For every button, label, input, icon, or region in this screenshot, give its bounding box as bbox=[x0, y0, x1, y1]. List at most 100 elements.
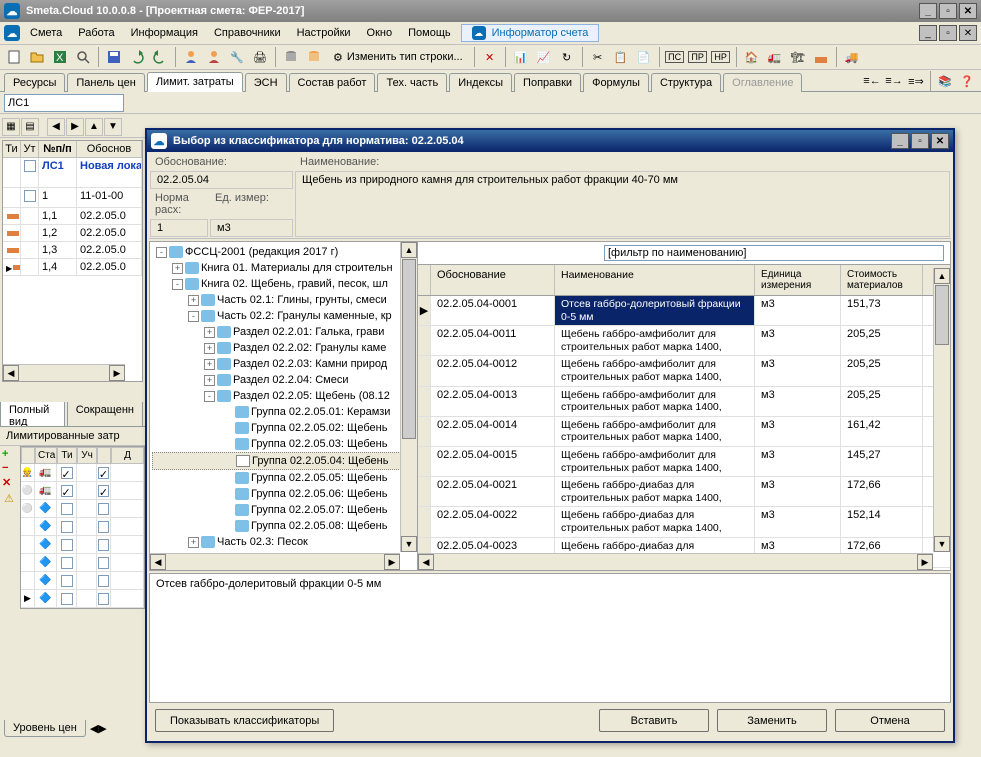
gh-np[interactable]: №п/п bbox=[39, 141, 77, 158]
data-row[interactable]: 02.2.05.04-0012Щебень габбро-амфиболит д… bbox=[418, 356, 950, 386]
data-row[interactable]: 02.2.05.04-0014Щебень габбро-амфиболит д… bbox=[418, 417, 950, 447]
tb-print-icon[interactable]: 🖨 bbox=[250, 47, 270, 67]
tb-house-icon[interactable]: 🏠 bbox=[742, 47, 762, 67]
tree-expand-icon[interactable]: + bbox=[204, 343, 215, 354]
tree-node[interactable]: -ФССЦ-2001 (редакция 2017 г) bbox=[152, 244, 415, 260]
level-tab[interactable]: Уровень цен bbox=[4, 720, 86, 737]
menu-nastr[interactable]: Настройки bbox=[291, 25, 357, 41]
data-row[interactable]: 02.2.05.04-0022Щебень габбро-диабаз для … bbox=[418, 507, 950, 537]
cell-input[interactable] bbox=[4, 94, 124, 112]
tree-node[interactable]: Группа 02.2.05.03: Щебень bbox=[152, 436, 415, 452]
limits-row[interactable]: ▶🔷 bbox=[21, 590, 144, 608]
data-vscroll[interactable]: ▲▼ bbox=[933, 268, 950, 552]
tree-expand-icon[interactable]: + bbox=[204, 375, 215, 386]
tb-open-icon[interactable] bbox=[27, 47, 47, 67]
tb-user2-icon[interactable] bbox=[204, 47, 224, 67]
tree-node[interactable]: Группа 02.2.05.02: Щебень bbox=[152, 420, 415, 436]
gh-ti[interactable]: Ти bbox=[3, 141, 21, 158]
dh-obosnov[interactable]: Обоснование bbox=[431, 265, 555, 295]
tree-expand-icon[interactable]: + bbox=[172, 263, 183, 274]
tab-tool-indent2-icon[interactable]: ≡⇒ bbox=[906, 71, 926, 91]
menu-sprav[interactable]: Справочники bbox=[208, 25, 287, 41]
insert-button[interactable]: Вставить bbox=[599, 709, 709, 732]
tree-expand-icon[interactable]: - bbox=[172, 279, 183, 290]
tree-node[interactable]: Группа 02.2.05.08: Щебень bbox=[152, 518, 415, 534]
show-classifiers-button[interactable]: Показывать классификаторы bbox=[155, 709, 334, 732]
replace-button[interactable]: Заменить bbox=[717, 709, 827, 732]
data-row[interactable]: 02.2.05.04-0015Щебень габбро-амфиболит д… bbox=[418, 447, 950, 477]
menu-okno[interactable]: Окно bbox=[361, 25, 399, 41]
tb-undo-icon[interactable] bbox=[127, 47, 147, 67]
grid-row[interactable]: ▶1,402.2.05.0 bbox=[3, 259, 142, 276]
tree-node[interactable]: -Книга 02. Щебень, гравий, песок, шл bbox=[152, 276, 415, 292]
tree-node[interactable]: Группа 02.2.05.07: Щебень bbox=[152, 502, 415, 518]
filter-input[interactable] bbox=[604, 245, 944, 261]
mini-btn-1[interactable]: ▦ bbox=[2, 118, 20, 136]
tree-expand-icon[interactable]: + bbox=[188, 537, 199, 548]
tab-resources[interactable]: Ресурсы bbox=[4, 73, 65, 92]
limits-warn-icon[interactable]: ⚠ bbox=[2, 491, 16, 505]
tree-vscroll[interactable]: ▲▼ bbox=[400, 242, 417, 552]
tab-tool-books-icon[interactable]: 📚 bbox=[935, 71, 955, 91]
mini-btn-3[interactable]: ◀ bbox=[47, 118, 65, 136]
grid-row[interactable]: 111-01-00 bbox=[3, 188, 142, 208]
tab-structure[interactable]: Структура bbox=[651, 73, 721, 92]
tab-tech[interactable]: Тех. часть bbox=[377, 73, 447, 92]
tree-node[interactable]: -Часть 02.2: Гранулы каменные, кр bbox=[152, 308, 415, 324]
data-row[interactable]: 02.2.05.04-0021Щебень габбро-диабаз для … bbox=[418, 477, 950, 507]
tb-delete-icon[interactable]: ✕ bbox=[480, 47, 500, 67]
grid-row[interactable]: 1,302.2.05.0 bbox=[3, 242, 142, 259]
tb-db-icon[interactable] bbox=[281, 47, 301, 67]
minimize-button[interactable]: _ bbox=[919, 3, 937, 19]
mdi-minimize-button[interactable]: _ bbox=[919, 25, 937, 41]
tree-expand-icon[interactable]: + bbox=[188, 295, 199, 306]
tree-hscroll[interactable]: ◀▶ bbox=[150, 553, 400, 570]
mdi-maximize-button[interactable]: ▫ bbox=[939, 25, 957, 41]
main-grid-hscroll[interactable]: ◀▶ bbox=[3, 364, 125, 381]
dh-naimen[interactable]: Наименование bbox=[555, 265, 755, 295]
tb-truck-icon[interactable]: 🚚 bbox=[842, 47, 862, 67]
tree-node[interactable]: Группа 02.2.05.01: Керамзи bbox=[152, 404, 415, 420]
grid-row[interactable]: 1,102.2.05.0 bbox=[3, 208, 142, 225]
limits-row[interactable]: 👷🚛✓✓ bbox=[21, 464, 144, 482]
tb-tool-icon[interactable]: 🔧 bbox=[227, 47, 247, 67]
close-button[interactable]: ✕ bbox=[959, 3, 977, 19]
menu-smeta[interactable]: Смета bbox=[24, 25, 68, 41]
tb-calc2-icon[interactable]: 📈 bbox=[534, 47, 554, 67]
grid-row[interactable]: 1,202.2.05.0 bbox=[3, 225, 142, 242]
tb-np-icon[interactable]: НР bbox=[711, 47, 731, 67]
dialog-titlebar[interactable]: ☁ Выбор из классификатора для норматива:… bbox=[147, 130, 953, 152]
menu-info[interactable]: Информация bbox=[125, 25, 204, 41]
limits-add-icon[interactable]: + bbox=[2, 448, 18, 460]
tab-esn[interactable]: ЭСН bbox=[245, 73, 287, 92]
limits-row[interactable]: ⚪🔷 bbox=[21, 500, 144, 518]
data-hscroll[interactable]: ◀▶ bbox=[418, 553, 933, 570]
tab-tool-outdent-icon[interactable]: ≡← bbox=[862, 71, 882, 91]
mini-btn-2[interactable]: ▤ bbox=[21, 118, 39, 136]
tree-node[interactable]: +Раздел 02.2.04: Смеси bbox=[152, 372, 415, 388]
limits-row[interactable]: 🔷 bbox=[21, 518, 144, 536]
dlg-close-button[interactable]: ✕ bbox=[931, 133, 949, 149]
data-row[interactable]: ▶02.2.05.04-0001Отсев габбро-долеритовый… bbox=[418, 296, 950, 326]
limits-row[interactable]: 🔷 bbox=[21, 572, 144, 590]
tab-limit[interactable]: Лимит. затраты bbox=[147, 72, 243, 92]
tab-formulas[interactable]: Формулы bbox=[583, 73, 649, 92]
tab-oglavlenie[interactable]: Оглавление bbox=[723, 73, 802, 92]
mini-btn-5[interactable]: ▲ bbox=[85, 118, 103, 136]
tb-crane-icon[interactable]: 🏗 bbox=[788, 47, 808, 67]
tab-indexes[interactable]: Индексы bbox=[449, 73, 512, 92]
tb-pp-icon[interactable]: ПР bbox=[688, 47, 708, 67]
grid-row[interactable]: ЛС1Новая локальн bbox=[3, 158, 142, 188]
tab-tool-indent-icon[interactable]: ≡→ bbox=[884, 71, 904, 91]
tb-car-icon[interactable]: 🚛 bbox=[765, 47, 785, 67]
tree-expand-icon[interactable]: - bbox=[204, 391, 215, 402]
dh-st[interactable]: Стоимость материалов bbox=[841, 265, 923, 295]
tree-node[interactable]: +Книга 01. Материалы для строительн bbox=[152, 260, 415, 276]
tree-node[interactable]: Группа 02.2.05.06: Щебень bbox=[152, 486, 415, 502]
tb-db2-icon[interactable] bbox=[304, 47, 324, 67]
limits-row[interactable]: 🔷 bbox=[21, 554, 144, 572]
maximize-button[interactable]: ▫ bbox=[939, 3, 957, 19]
dlg-minimize-button[interactable]: _ bbox=[891, 133, 909, 149]
tree-expand-icon[interactable]: + bbox=[204, 327, 215, 338]
limits-x-icon[interactable]: ✕ bbox=[2, 476, 18, 489]
